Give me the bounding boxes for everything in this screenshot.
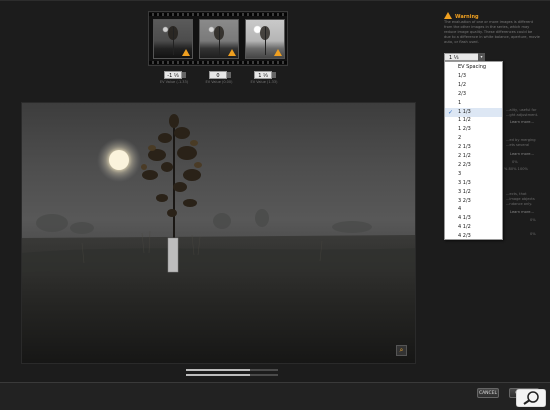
slider-fill xyxy=(186,374,251,376)
stepper-arrows-icon[interactable] xyxy=(227,72,231,78)
filmstrip xyxy=(148,11,288,66)
ghosting-slider[interactable] xyxy=(186,369,278,371)
dropdown-option[interactable]: 3 2/3 xyxy=(445,197,502,206)
ev-stepper-1[interactable]: -1 ⅓ xyxy=(164,71,186,79)
warning-icon xyxy=(444,12,452,19)
panel-text: ...image objects xyxy=(506,197,535,201)
checkmark-icon: ✓ xyxy=(448,108,454,116)
hdr-merge-window: -1 ⅓ 0 1 ⅓ EV Value (-1.33) EV Value (0.… xyxy=(0,0,550,410)
panel-scale: % 80% 100% xyxy=(504,167,528,171)
dropdown-option[interactable]: 2 2/3 xyxy=(445,161,502,170)
panel-value: 0% xyxy=(530,218,536,222)
tree-shape xyxy=(173,27,174,55)
ev-caption: EV Value (1.33) xyxy=(250,80,278,84)
tree-shape xyxy=(265,27,266,55)
dropdown-option[interactable]: 1/3 xyxy=(445,72,502,81)
ev-stepper-3[interactable]: 1 ⅓ xyxy=(254,71,276,79)
dropdown-option[interactable]: 2 xyxy=(445,134,502,143)
thumbnail-normal[interactable] xyxy=(199,19,239,59)
foggy-landscape-illustration xyxy=(22,114,415,363)
warning-text: The evaluation of one or more images is … xyxy=(444,20,540,44)
filmstrip-sprockets xyxy=(149,61,287,64)
ev-caption: EV Value (-1.33) xyxy=(159,80,189,84)
dropdown-option[interactable]: ✓ 1 1/3 xyxy=(445,107,502,117)
dropdown-option[interactable]: 2/3 xyxy=(445,90,502,99)
cancel-button[interactable]: CANCEL xyxy=(477,388,499,398)
dropdown-option[interactable]: 1/2 xyxy=(445,81,502,90)
dropdown-option[interactable]: 3 1/3 xyxy=(445,179,502,188)
ev-stepper-2[interactable]: 0 xyxy=(209,71,231,79)
dropdown-option[interactable]: 1 2/3 xyxy=(445,125,502,134)
panel-text: ...ed by merging xyxy=(506,138,536,142)
dropdown-option[interactable]: 4 1/3 xyxy=(445,214,502,223)
ev-stepper-value: 0 xyxy=(216,73,220,79)
learn-more-link[interactable]: Learn more... xyxy=(510,120,534,124)
stepper-arrows-icon[interactable] xyxy=(272,72,276,78)
panel-text: ...ndance only. xyxy=(506,202,533,206)
warning-icon xyxy=(228,49,236,56)
filmstrip-sprockets xyxy=(149,13,287,16)
zoom-icon[interactable]: ⌕ xyxy=(396,345,407,356)
dropdown-option[interactable]: 3 1/2 xyxy=(445,188,502,197)
thumbnail-overexposed[interactable] xyxy=(245,19,285,59)
warning-title: Warning xyxy=(444,12,479,20)
tree-shape xyxy=(219,27,220,55)
bottom-action-bar: CANCEL CREATE xyxy=(0,382,550,410)
ev-stepper-value: 1 ⅓ xyxy=(258,73,268,79)
chevron-down-icon[interactable]: ▾ xyxy=(478,53,485,61)
dropdown-option[interactable]: 1 xyxy=(445,99,502,108)
dropdown-header: EV Spacing xyxy=(458,64,487,70)
learn-more-link[interactable]: Learn more... xyxy=(510,210,534,214)
dropdown-option[interactable]: 3 xyxy=(445,170,502,179)
dropdown-option-label: 1 1/3 xyxy=(458,108,471,115)
learn-more-link[interactable]: Learn more... xyxy=(510,152,534,156)
dropdown-option[interactable]: 4 2/3 xyxy=(445,232,502,241)
dropdown-option[interactable]: 2 1/2 xyxy=(445,152,502,161)
warning-icon xyxy=(274,49,282,56)
panel-text: ...ects, that xyxy=(506,192,527,196)
magnifier-icon xyxy=(516,389,546,407)
panel-text: ...ght adjustment. xyxy=(506,113,539,117)
dropdown-option[interactable]: 4 1/2 xyxy=(445,223,502,232)
ev-caption: EV Value (0.00) xyxy=(205,80,233,84)
tone-slider[interactable] xyxy=(186,374,278,376)
warning-icon xyxy=(182,49,190,56)
dropdown-option[interactable]: 4 xyxy=(445,205,502,214)
ev-stepper-value: -1 ⅓ xyxy=(167,73,179,79)
dropdown-option[interactable]: 2 1/3 xyxy=(445,143,502,152)
panel-value: 0% xyxy=(530,232,536,236)
panel-text: ...ets several xyxy=(506,143,530,147)
ev-spacing-dropdown-list: EV Spacing 1/3 1/2 2/3 1 ✓ 1 1/3 1 1/2 1 2/3 2 2 1… xyxy=(444,61,503,240)
thumbnail-underexposed[interactable] xyxy=(153,19,193,59)
slider-fill xyxy=(186,369,251,371)
stepper-arrows-icon[interactable] xyxy=(182,72,186,78)
hdr-preview-image[interactable]: ⌕ xyxy=(21,102,416,364)
panel-text: ...ality, useful for xyxy=(506,108,537,112)
dropdown-option[interactable]: 1 1/2 xyxy=(445,116,502,125)
panel-value: 0% xyxy=(512,160,518,164)
